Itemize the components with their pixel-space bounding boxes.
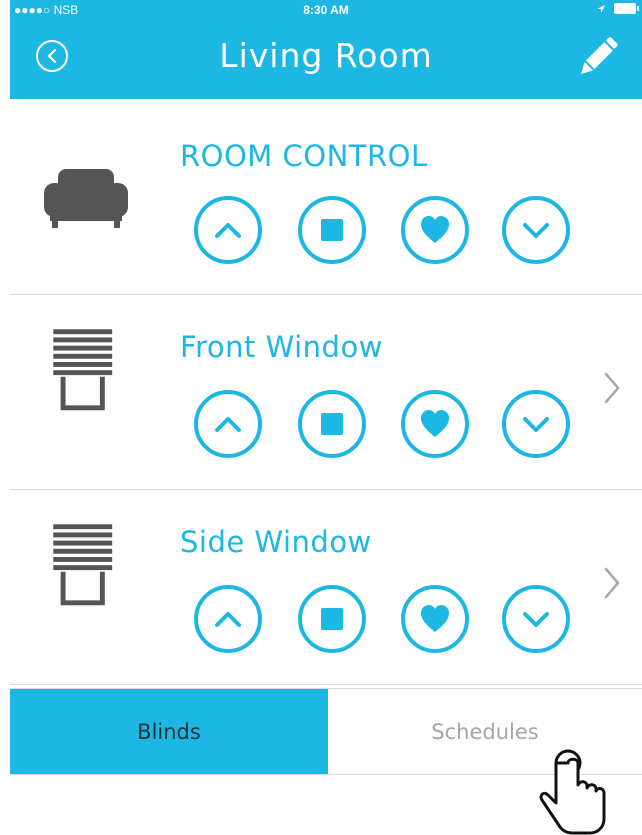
chevron-up-icon — [215, 612, 241, 627]
heart-icon — [421, 216, 449, 243]
blinds-icon — [53, 329, 113, 411]
chevron-down-icon — [523, 223, 549, 238]
front-window-row[interactable]: Front Window — [10, 294, 642, 490]
stop-icon — [321, 413, 343, 435]
chevron-up-icon — [215, 223, 241, 238]
stop-icon — [321, 608, 343, 630]
favorite-button[interactable] — [401, 585, 469, 653]
page-title: Living Room — [219, 36, 433, 75]
edit-button[interactable] — [573, 32, 623, 82]
up-button[interactable] — [194, 585, 262, 653]
pencil-icon — [581, 37, 618, 74]
chevron-up-icon — [215, 417, 241, 432]
hand-pointer-icon — [539, 749, 606, 835]
status-right — [596, 3, 639, 14]
down-button[interactable] — [502, 196, 570, 264]
chevron-down-icon — [523, 417, 549, 432]
stop-button[interactable] — [298, 196, 366, 264]
up-button[interactable] — [194, 196, 262, 264]
room-control-row: ROOM CONTROL — [10, 99, 642, 295]
stop-button[interactable] — [298, 390, 366, 458]
side-window-row[interactable]: Side Window — [10, 489, 642, 685]
stop-icon — [321, 219, 343, 241]
heart-icon — [421, 605, 449, 632]
down-button[interactable] — [502, 390, 570, 458]
chevron-right-icon[interactable] — [602, 565, 622, 601]
down-button[interactable] — [502, 585, 570, 653]
row-title: Side Window — [180, 525, 372, 559]
row-title: ROOM CONTROL — [180, 139, 428, 173]
status-time: 8:30 AM — [303, 3, 349, 17]
favorite-button[interactable] — [401, 196, 469, 264]
chevron-right-icon[interactable] — [602, 370, 622, 406]
stop-button[interactable] — [298, 585, 366, 653]
location-icon — [597, 4, 605, 13]
sofa-icon — [44, 169, 128, 228]
heart-icon — [421, 410, 449, 437]
chevron-down-icon — [523, 612, 549, 627]
row-title: Front Window — [180, 330, 383, 364]
blinds-icon — [53, 524, 113, 606]
app-screen: ●●●●○ NSB 8:30 AM Living Room ROOM CONTR… — [10, 0, 642, 775]
header-bar: ●●●●○ NSB 8:30 AM Living Room — [10, 0, 642, 99]
status-bar: ●●●●○ NSB 8:30 AM — [10, 0, 642, 20]
favorite-button[interactable] — [401, 390, 469, 458]
tab-blinds[interactable]: Blinds — [10, 689, 328, 774]
up-button[interactable] — [194, 390, 262, 458]
battery-icon — [614, 3, 639, 14]
